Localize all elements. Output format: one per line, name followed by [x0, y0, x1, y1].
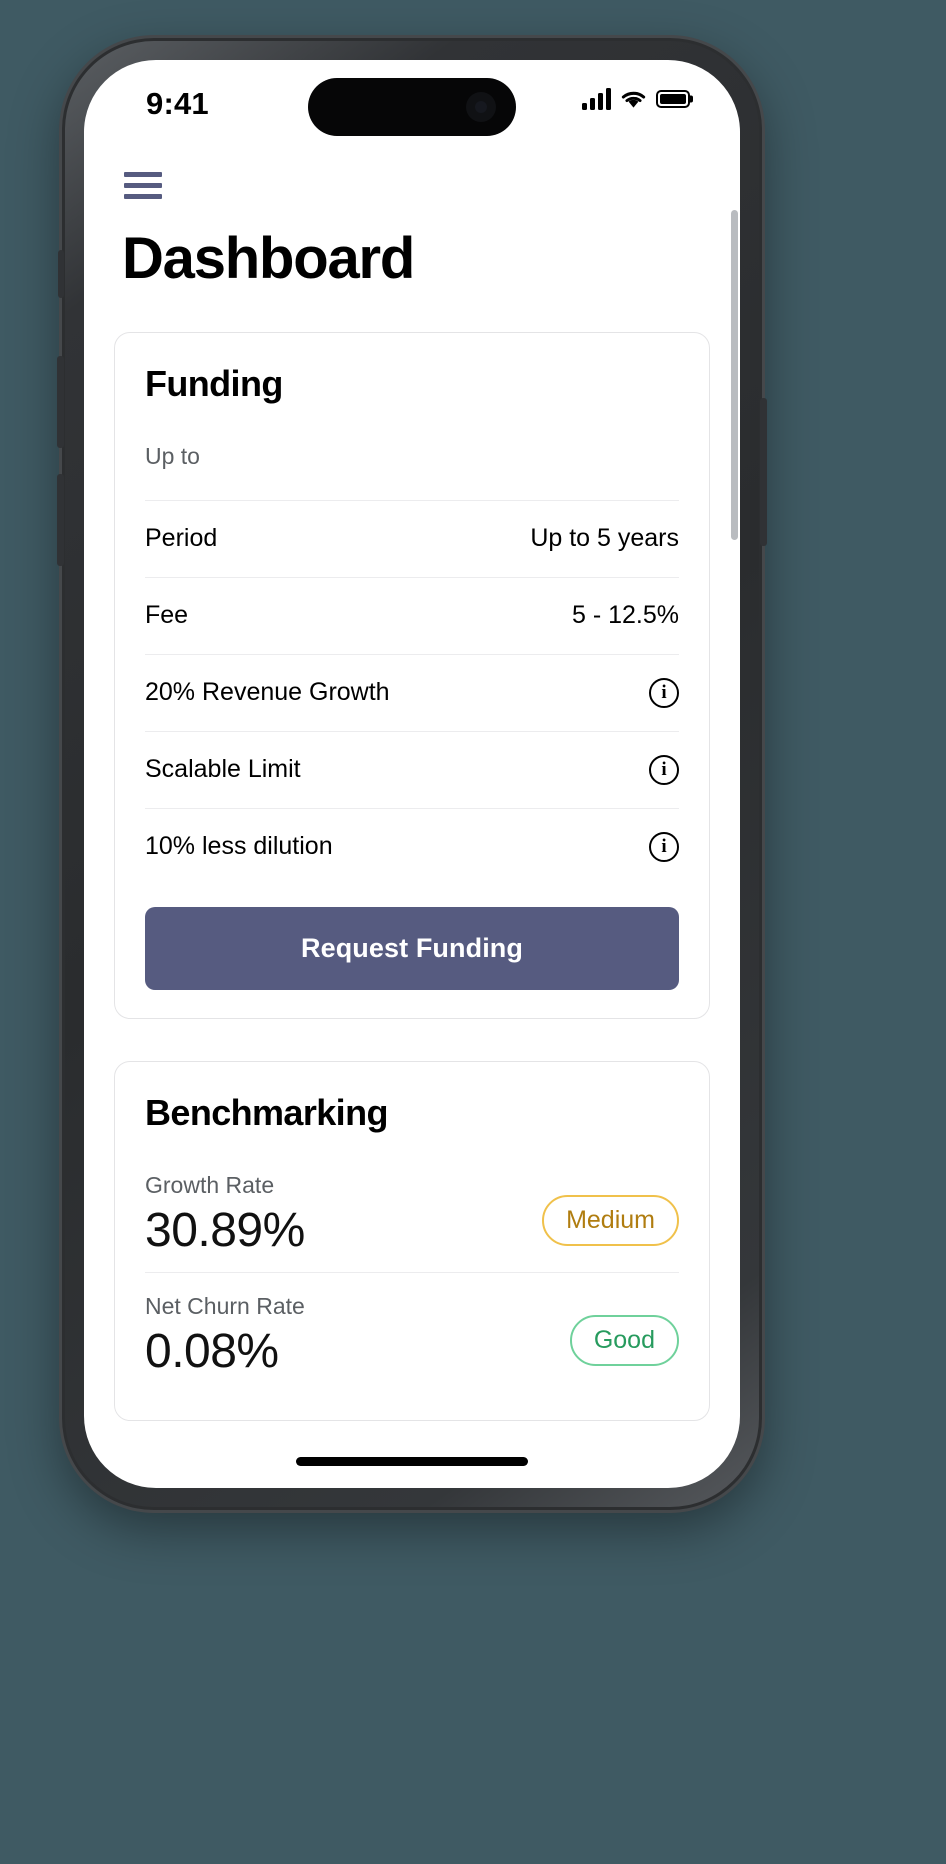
- volume-down-button[interactable]: [57, 474, 64, 566]
- metric-name: Net Churn Rate: [145, 1292, 305, 1319]
- metric-value: 0.08%: [145, 1324, 279, 1378]
- app-content: Dashboard Funding Up to Period Up to 5 y…: [84, 172, 740, 1488]
- info-icon[interactable]: i: [649, 677, 679, 708]
- funding-amount-label: Up to: [145, 442, 200, 469]
- funding-card-title: Funding: [145, 362, 283, 404]
- cellular-signal-icon: [582, 88, 611, 110]
- row-label: Scalable Limit: [145, 755, 301, 784]
- front-camera-icon: [466, 92, 496, 122]
- scrollbar[interactable]: [731, 210, 738, 540]
- status-bar: 9:41: [84, 60, 740, 148]
- row-value: Up to 5 years: [530, 524, 679, 553]
- power-button[interactable]: [760, 398, 767, 546]
- info-icon[interactable]: i: [649, 754, 679, 785]
- row-label: 20% Revenue Growth: [145, 678, 390, 707]
- funding-card: Funding Up to Period Up to 5 years Fee 5…: [114, 331, 710, 1019]
- metric-value: 30.89%: [145, 1203, 305, 1257]
- table-row: Period Up to 5 years: [145, 499, 679, 577]
- dynamic-island: [308, 78, 516, 136]
- row-label: Period: [145, 524, 218, 553]
- battery-full-icon: [656, 90, 690, 108]
- status-badge: Medium: [542, 1194, 679, 1246]
- row-value: 5 - 12.5%: [571, 601, 679, 630]
- hamburger-menu-icon[interactable]: [124, 172, 162, 199]
- silent-switch[interactable]: [58, 250, 64, 298]
- phone-frame: 9:41 Dashboard Funding Up to Period Up t…: [57, 38, 767, 1510]
- list-item: Net Churn Rate 0.08% Good: [145, 1271, 679, 1393]
- wifi-icon: [621, 91, 646, 108]
- metric-name: Growth Rate: [145, 1171, 275, 1198]
- home-indicator[interactable]: [296, 1457, 528, 1466]
- status-bar-time: 9:41: [146, 86, 209, 121]
- status-badge: Good: [569, 1315, 679, 1367]
- info-icon[interactable]: i: [649, 831, 679, 862]
- table-row: Fee 5 - 12.5%: [145, 576, 679, 654]
- table-row: 20% Revenue Growth i: [145, 653, 679, 731]
- row-label: 10% less dilution: [145, 832, 333, 861]
- funding-amount-value: [145, 470, 679, 474]
- funding-amount-block: Up to: [145, 443, 679, 474]
- volume-up-button[interactable]: [57, 356, 64, 448]
- status-bar-indicators: [582, 88, 690, 110]
- phone-screen: 9:41 Dashboard Funding Up to Period Up t…: [84, 60, 740, 1488]
- table-row: Scalable Limit i: [145, 730, 679, 808]
- row-label: Fee: [145, 601, 189, 630]
- benchmarking-card-title: Benchmarking: [145, 1091, 388, 1133]
- request-funding-button[interactable]: Request Funding: [145, 906, 679, 990]
- table-row: 10% less dilution i: [145, 807, 679, 885]
- page-title: Dashboard: [122, 226, 415, 291]
- list-item: Growth Rate 30.89% Medium: [145, 1152, 679, 1272]
- benchmarking-card: Benchmarking Growth Rate 30.89% Medium N…: [114, 1060, 710, 1422]
